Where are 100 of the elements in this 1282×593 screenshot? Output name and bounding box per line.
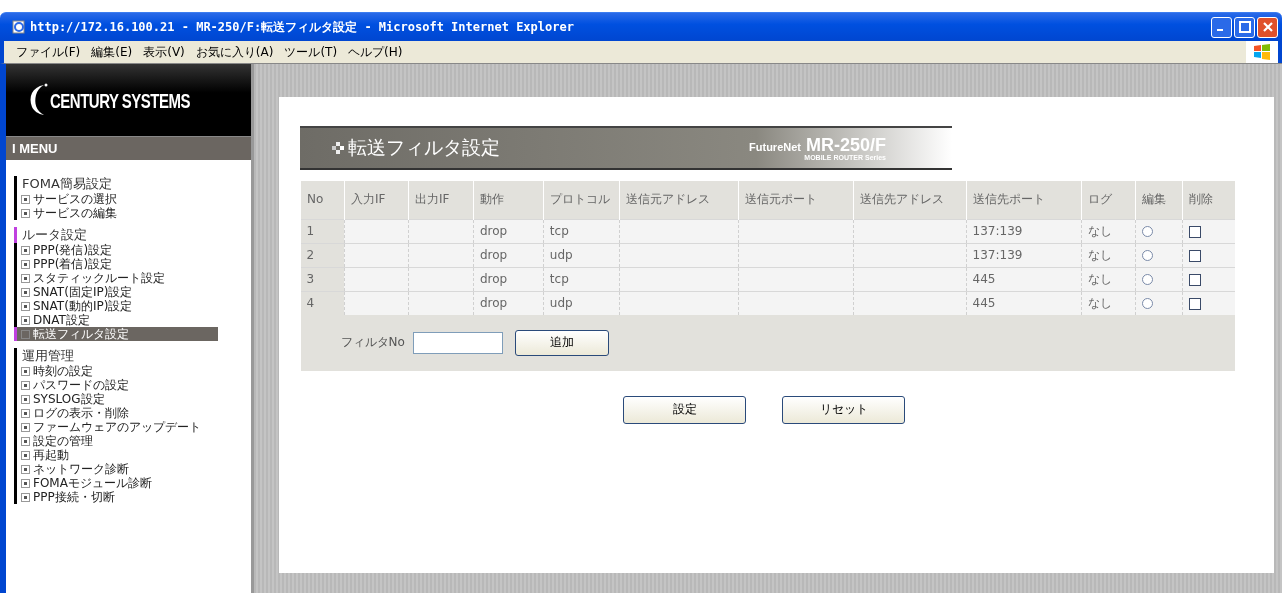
menu-item[interactable]: ツール(T) [280,43,345,61]
menu-item[interactable]: ファイル(F) [12,43,88,61]
reset-button[interactable]: リセット [782,395,905,424]
table-cell: 445 [972,296,996,310]
menu-item[interactable]: SYSLOG設定 [14,392,218,406]
field-label: フィルタNo [340,334,405,351]
menu-item[interactable]: SNAT(固定IP)設定 [14,285,218,299]
bullet-icon [21,394,30,404]
menu-item[interactable]: PPP(発信)設定 [14,243,218,257]
column-header: 入力IF [344,181,409,219]
column-header: 出力IF [408,181,474,219]
menu-item[interactable]: 表示(V) [139,43,192,61]
product-brand: FutureNet [749,140,801,153]
apply-button[interactable]: 設定 [623,395,746,424]
bullet-icon [21,450,30,460]
column-header: No [300,181,345,219]
column-header: 動作 [473,181,544,219]
menu-item[interactable]: サービスの選択 [14,192,218,206]
edit-radio[interactable] [1142,298,1154,309]
banner-bullet-icon [332,142,344,154]
menu-item[interactable]: ネットワーク診断 [14,462,218,476]
menu-item[interactable]: ファームウェアのアップデート [14,420,218,434]
table-cell: tcp [549,272,569,286]
bullet-icon [21,287,30,297]
column-header: 送信元ポート [738,181,854,219]
bullet-icon [21,464,30,474]
maximize-icon [1238,21,1251,33]
column-header: 編集 [1135,181,1183,219]
bullet-icon [21,408,30,418]
delete-checkbox[interactable] [1189,297,1202,310]
column-header: ログ [1081,181,1136,219]
column-header: プロトコル [543,181,620,219]
minimize-icon [1217,29,1223,31]
add-button[interactable]: 追加 [514,329,609,356]
table-cell: udp [549,296,573,310]
menu-section-heading: 運用管理 [14,348,251,364]
table-cell: 137:139 [972,224,1023,238]
menu-item[interactable]: ヘルプ(H) [344,43,410,61]
menu-item[interactable]: サービスの編集 [14,206,218,220]
close-button[interactable] [1257,16,1278,38]
table-cell: 1 [306,224,315,238]
minimize-button[interactable] [1211,16,1232,38]
menu-title-bar: I MENU [6,136,251,160]
bullet-icon [21,478,30,488]
menu-item[interactable]: SNAT(動的IP)設定 [14,299,218,313]
menu-item[interactable]: PPP接続・切断 [14,490,218,504]
menu-item[interactable]: 設定の管理 [14,434,218,448]
table-cell: なし [1087,295,1112,310]
table-cell: drop [479,224,508,238]
maximize-button[interactable] [1234,16,1255,38]
table-cell: 137:139 [972,248,1023,262]
table-cell: drop [479,272,508,286]
menu-item[interactable]: ログの表示・削除 [14,406,218,420]
page-title: 転送フィルタ設定 [348,135,500,160]
menu-item[interactable]: 編集(E) [87,43,140,61]
windows-flag-icon [1253,44,1271,60]
delete-checkbox[interactable] [1189,273,1202,286]
bullet-icon [21,301,30,311]
bullet-icon [21,245,30,255]
menu-item[interactable]: 再起動 [14,448,218,462]
table-cell: 3 [306,272,315,286]
table-cell: なし [1087,223,1112,238]
page-icon [12,20,26,34]
menu-section-heading: FOMA簡易設定 [14,176,251,192]
table-cell: udp [549,248,573,262]
bullet-icon [21,366,30,376]
bullet-icon [21,208,30,218]
menu-item[interactable]: お気に入り(A) [191,43,281,61]
edit-radio[interactable] [1142,250,1154,261]
table-cell: なし [1087,271,1112,286]
table-cell: drop [479,296,508,310]
menu-item[interactable]: FOMAモジュール診断 [14,476,218,490]
delete-checkbox[interactable] [1189,249,1202,262]
edit-radio[interactable] [1142,274,1154,285]
logo-text: CENTURY SYSTEMS [50,88,191,112]
window-title: http://172.16.100.21 - MR-250/F:転送フィルタ設定 - Microsoft Internet Explorer [30,18,575,36]
menu-item[interactable]: パスワードの設定 [14,378,218,392]
menu-item[interactable]: PPP(着信)設定 [14,257,218,271]
bullet-icon [21,380,30,390]
delete-checkbox[interactable] [1189,225,1202,238]
table-cell: 4 [306,296,315,310]
menu-item[interactable]: スタティックルート設定 [14,271,218,285]
menu-item[interactable]: 転送フィルタ設定 [14,327,218,341]
product-model: MR-250/F [806,135,886,154]
bullet-icon [21,259,30,269]
close-icon [1261,21,1274,33]
menu-item[interactable]: 時刻の設定 [14,364,218,378]
column-header: 送信元アドレス [619,181,739,219]
bullet-icon [21,436,30,446]
table-cell: drop [479,248,508,262]
table-cell: なし [1087,247,1112,262]
filter-no-field[interactable] [412,331,503,354]
bullet-icon [21,492,30,502]
bullet-icon [21,422,30,432]
edit-radio[interactable] [1142,226,1154,237]
column-header: 削除 [1182,181,1235,219]
bullet-icon [21,273,30,283]
bullet-icon [21,194,30,204]
column-header: 送信先アドレス [853,181,967,219]
table-cell: tcp [549,224,569,238]
